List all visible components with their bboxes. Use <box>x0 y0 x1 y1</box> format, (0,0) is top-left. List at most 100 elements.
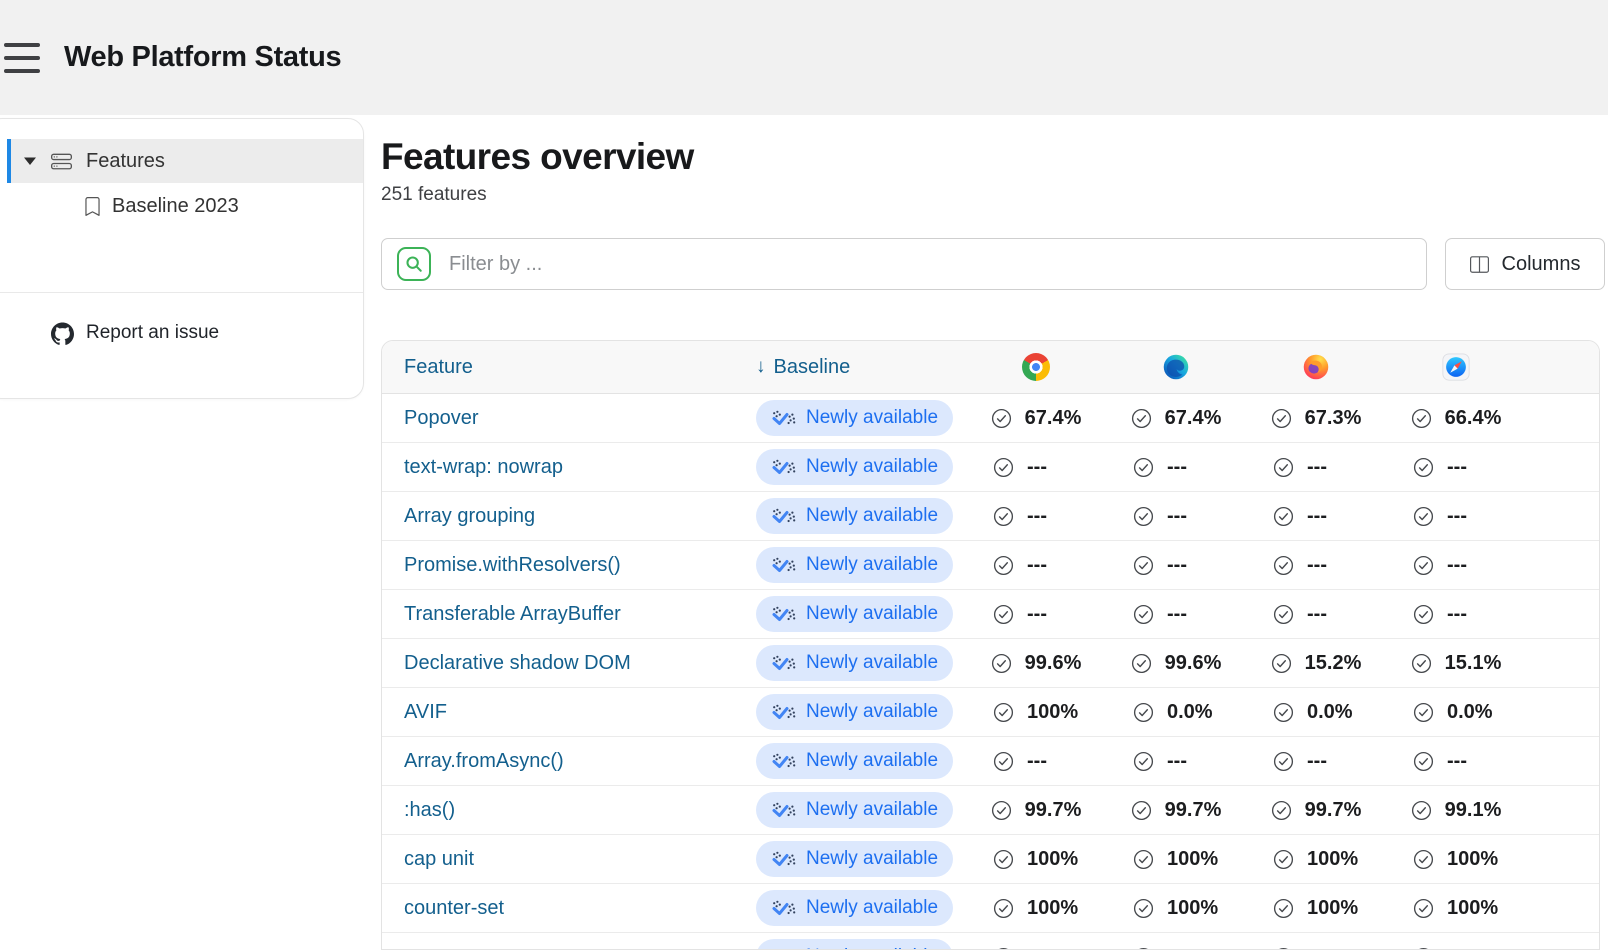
firefox-usage-value: --- <box>1273 603 1359 626</box>
feature-link[interactable]: cap unit <box>404 848 474 871</box>
check-circle-icon <box>1133 751 1154 772</box>
report-issue-label: Report an issue <box>86 322 219 344</box>
sidebar-item-baseline-2023[interactable]: Baseline 2023 <box>0 186 363 226</box>
safari-usage-value: --- <box>1413 554 1499 577</box>
safari-usage-value: --- <box>1413 505 1499 528</box>
check-circle-icon <box>1133 947 1154 950</box>
check-circle-icon <box>993 849 1014 870</box>
feature-link[interactable]: AVIF <box>404 701 447 724</box>
safari-usage-value: --- <box>1413 750 1499 773</box>
check-circle-icon <box>1133 849 1154 870</box>
check-circle-icon <box>1133 555 1154 576</box>
check-circle-icon <box>1413 849 1434 870</box>
check-circle-icon <box>1271 653 1292 674</box>
baseline-status-badge: Newly available <box>756 743 953 779</box>
edge-usage-value: --- <box>1133 456 1219 479</box>
feature-link[interactable]: Popover <box>404 407 479 430</box>
table-row: cap unit Newly available <box>382 835 1599 884</box>
check-circle-icon <box>993 457 1014 478</box>
check-circle-icon <box>1131 800 1152 821</box>
edge-usage-value: --- <box>1133 505 1219 528</box>
safari-usage-value: 15.1% <box>1411 652 1502 675</box>
feature-column-header[interactable]: Feature <box>404 356 473 379</box>
safari-icon <box>1442 353 1470 381</box>
baseline-status-badge: Newly available <box>756 449 953 485</box>
safari-usage-value: 0.0% <box>1413 701 1499 724</box>
feature-link[interactable]: Promise.withResolvers() <box>404 554 621 577</box>
baseline-newly-available-icon <box>771 900 797 916</box>
check-circle-icon <box>993 702 1014 723</box>
sidebar: Features Baseline 2023 Report an issue <box>0 118 364 399</box>
table-row: Promise.withResolvers() Newly available <box>382 541 1599 590</box>
search-icon <box>397 247 431 281</box>
baseline-status-badge: Newly available <box>756 596 953 632</box>
layout-split-icon <box>1470 255 1489 274</box>
check-circle-icon <box>1133 898 1154 919</box>
table-row: AVIF Newly available <box>382 688 1599 737</box>
feature-link[interactable]: text-wrap: nowrap <box>404 456 563 479</box>
feature-link[interactable]: Transferable ArrayBuffer <box>404 603 621 626</box>
check-circle-icon <box>1133 604 1154 625</box>
check-circle-icon <box>1133 702 1154 723</box>
firefox-usage-value: 15.2% <box>1271 652 1362 675</box>
features-table: Feature ↓ Baseline <box>381 340 1600 950</box>
check-circle-icon <box>1413 604 1434 625</box>
chrome-usage-value: 67.4% <box>991 407 1082 430</box>
check-circle-icon <box>993 898 1014 919</box>
github-icon <box>51 322 74 345</box>
chrome-column-header[interactable] <box>966 353 1106 381</box>
safari-usage-value <box>1413 947 1499 950</box>
check-circle-icon <box>1413 947 1434 950</box>
check-circle-icon <box>991 653 1012 674</box>
table-body: Popover Newly available <box>382 394 1599 950</box>
table-row: :has() Newly available <box>382 786 1599 835</box>
feature-link[interactable]: Array grouping <box>404 505 535 528</box>
check-circle-icon <box>1273 898 1294 919</box>
report-issue-link[interactable]: Report an issue <box>0 315 363 351</box>
check-circle-icon <box>1411 653 1432 674</box>
firefox-usage-value: --- <box>1273 554 1359 577</box>
baseline-status-label: Newly available <box>806 554 938 576</box>
check-circle-icon <box>1271 800 1292 821</box>
top-app-bar: Web Platform Status <box>0 0 1608 115</box>
edge-column-header[interactable] <box>1106 353 1246 381</box>
sidebar-item-label: Features <box>86 150 165 173</box>
check-circle-icon <box>1411 408 1432 429</box>
chrome-usage-value: 99.6% <box>991 652 1082 675</box>
safari-column-header[interactable] <box>1386 353 1526 381</box>
table-row: Array.fromAsync() Newly available <box>382 737 1599 786</box>
check-circle-icon <box>1413 555 1434 576</box>
baseline-status-label: Newly available <box>806 652 938 674</box>
chrome-usage-value: 100% <box>993 701 1079 724</box>
safari-usage-value: 99.1% <box>1411 799 1502 822</box>
check-circle-icon <box>993 506 1014 527</box>
sidebar-item-features[interactable]: Features <box>7 139 363 183</box>
edge-usage-value: 99.7% <box>1131 799 1222 822</box>
hamburger-icon[interactable] <box>4 43 40 73</box>
firefox-usage-value <box>1273 947 1359 950</box>
baseline-column-header[interactable]: Baseline <box>774 356 851 379</box>
feature-link[interactable]: Declarative shadow DOM <box>404 652 631 675</box>
check-circle-icon <box>1133 457 1154 478</box>
table-header-row: Feature ↓ Baseline <box>382 341 1599 394</box>
firefox-usage-value: 100% <box>1273 848 1359 871</box>
check-circle-icon <box>1273 849 1294 870</box>
safari-usage-value: 100% <box>1413 897 1499 920</box>
sidebar-divider <box>0 292 363 293</box>
baseline-newly-available-icon <box>771 851 797 867</box>
filter-input[interactable]: Filter by ... <box>381 238 1427 290</box>
chrome-icon <box>1022 353 1050 381</box>
feature-link[interactable]: counter-set <box>404 897 504 920</box>
edge-usage-value: --- <box>1133 603 1219 626</box>
columns-button[interactable]: Columns <box>1445 238 1605 290</box>
firefox-column-header[interactable] <box>1246 353 1386 381</box>
baseline-status-label: Newly available <box>806 799 938 821</box>
table-controls: Filter by ... Columns <box>381 238 1605 290</box>
chrome-usage-value: --- <box>993 456 1079 479</box>
feature-link[interactable]: :has() <box>404 799 455 822</box>
feature-link[interactable]: Array.fromAsync() <box>404 750 564 773</box>
baseline-status-badge: Newly available <box>756 890 953 926</box>
table-row: Declarative shadow DOM Newly available <box>382 639 1599 688</box>
baseline-newly-available-icon <box>771 557 797 573</box>
check-circle-icon <box>1413 457 1434 478</box>
